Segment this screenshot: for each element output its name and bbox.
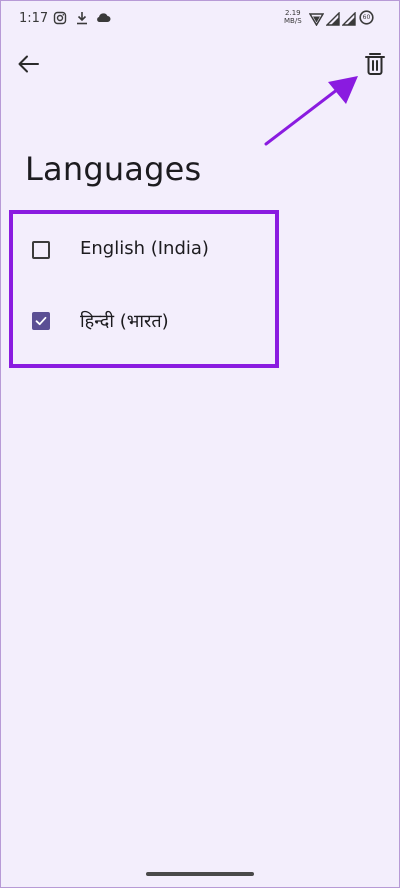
language-item-hindi[interactable]: हिन्दी (भारत) [20,301,260,341]
page-title: Languages [25,150,202,188]
net-speed-value: 2.19 [285,9,301,17]
signal-icon-2 [341,11,356,30]
net-speed: 2.19 MB/S [284,9,302,25]
wifi-icon [308,11,325,30]
annotation-arrow [264,76,358,146]
checkbox-hindi[interactable] [32,312,50,330]
status-time: 1:17 [19,11,49,26]
checkmark-icon [35,316,47,326]
signal-icon [325,11,340,30]
language-item-english[interactable]: English (India) [20,230,260,270]
battery-level: 60 [362,14,371,21]
arrow-left-icon [14,55,44,82]
language-label: English (India) [80,238,209,259]
cloud-icon [95,10,111,24]
checkbox-english[interactable] [32,241,50,259]
back-button[interactable] [14,50,44,78]
trash-icon [362,53,388,82]
language-label: हिन्दी (भारत) [80,311,169,332]
instagram-icon [53,10,67,25]
delete-button[interactable] [362,50,388,78]
battery-icon: 60 [359,10,374,29]
home-indicator[interactable] [146,872,254,876]
net-speed-unit: MB/S [284,17,302,25]
download-icon [75,10,89,25]
status-bar: 1:17 2.19 MB/S 60 [0,0,400,38]
